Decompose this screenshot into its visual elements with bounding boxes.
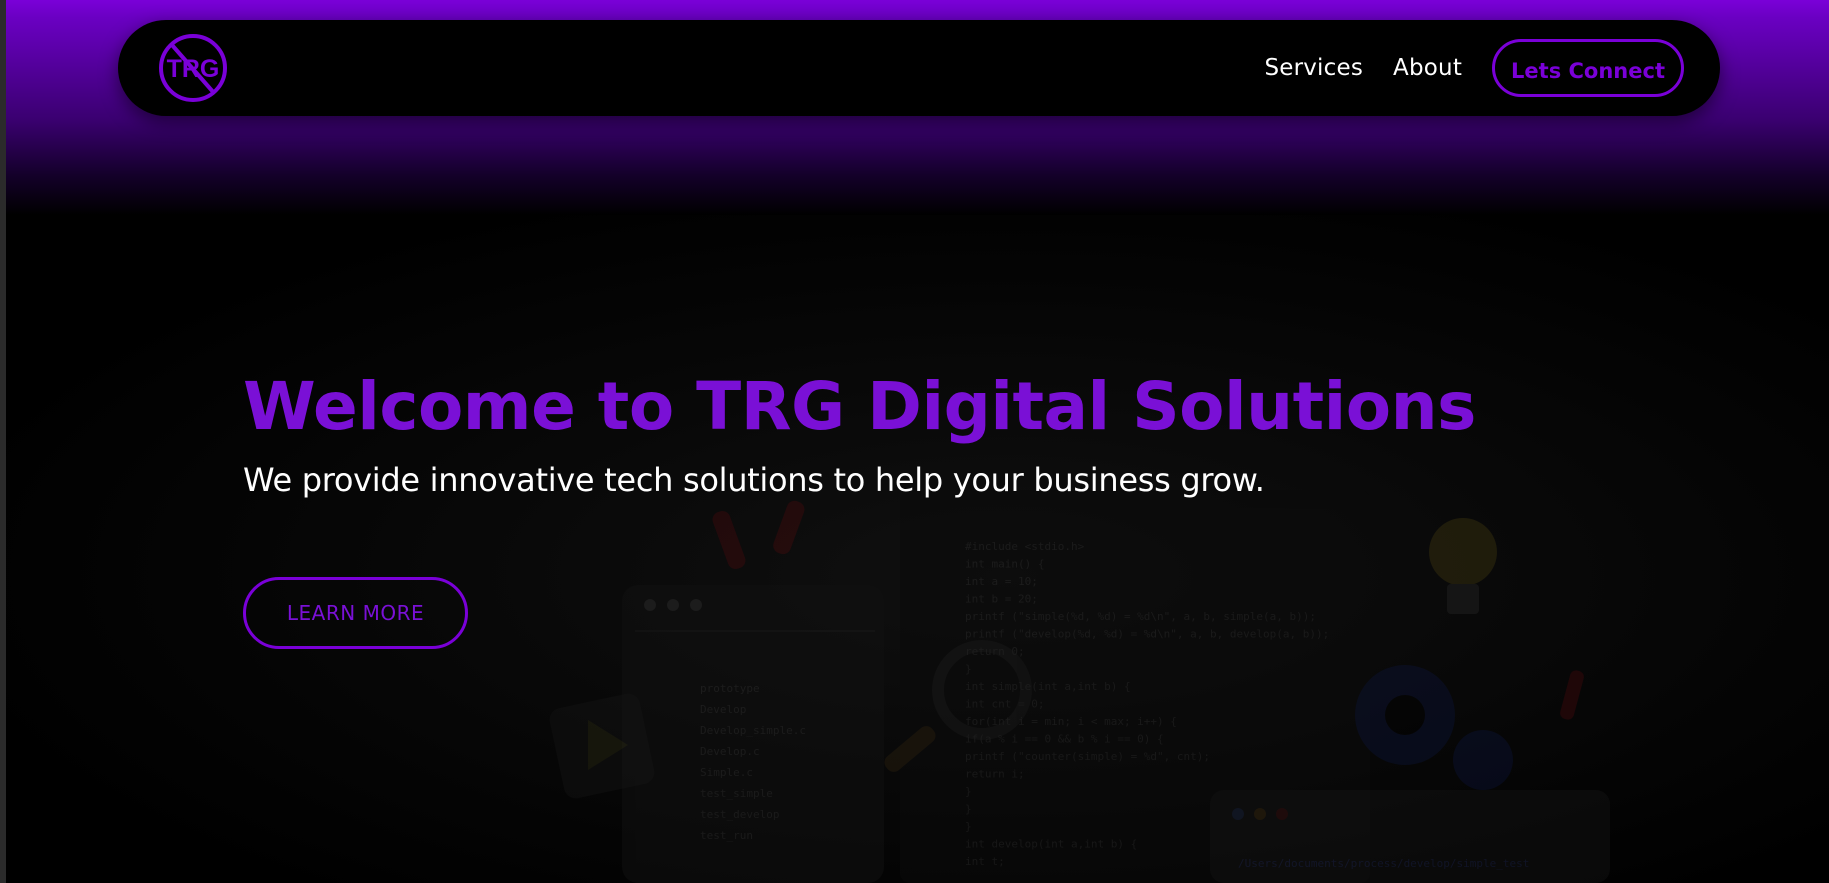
hero-title: Welcome to TRG Digital Solutions [243, 368, 1476, 445]
folder-tree-item: prototype [700, 682, 760, 695]
nav-about-link[interactable]: About [1393, 55, 1462, 81]
code-line: } [965, 663, 972, 676]
code-line: } [965, 820, 972, 833]
code-line: int simple(int a,int b) { [965, 680, 1131, 693]
nav-links: Services About Lets Connect [1264, 36, 1684, 100]
svg-text:TRG: TRG [167, 55, 220, 83]
window-edge [0, 0, 6, 883]
terminal-path-text: /Users/documents/process/develop/simple_… [1238, 857, 1529, 870]
code-line: } [965, 803, 972, 816]
folder-tree-item: Simple.c [700, 766, 753, 779]
code-line: int t; [965, 855, 1005, 868]
navbar: TRG Services About Lets Connect [118, 20, 1720, 116]
file-explorer-panel: prototype Develop Develop_simple.c Develop.… [622, 585, 884, 883]
folder-tree-item: Develop [700, 703, 746, 716]
code-line: return i; [965, 768, 1025, 781]
code-line: int cnt = 0; [965, 698, 1044, 711]
code-line: int develop(int a,int b) { [965, 838, 1137, 851]
hero-subtitle: We provide innovative tech solutions to … [243, 461, 1265, 499]
page: prototype Develop Develop_simple.c Develop.… [0, 0, 1829, 883]
learn-more-button[interactable]: LEARN MORE [243, 577, 468, 649]
nav-services-link[interactable]: Services [1264, 55, 1363, 81]
code-line: printf ("develop(%d, %d) = %d\n", a, b, … [965, 628, 1329, 641]
play-card-graphic [549, 693, 655, 799]
lets-connect-button[interactable]: Lets Connect [1492, 39, 1684, 97]
hero-illustration: prototype Develop Develop_simple.c Develop.… [0, 200, 1829, 883]
code-line: printf ("counter(simple) = %d", cnt); [965, 750, 1210, 763]
code-line: int main() { [965, 558, 1044, 571]
folder-tree-item: test_run [700, 829, 753, 842]
trg-logo-icon[interactable]: TRG [158, 33, 228, 103]
code-line: #include <stdio.h> [965, 540, 1085, 553]
code-line: } [965, 785, 972, 798]
folder-tree-item: test_simple [700, 787, 773, 800]
folder-tree-item: Develop_simple.c [700, 724, 806, 737]
code-line: int a = 10; [965, 575, 1038, 588]
hero-section: Welcome to TRG Digital Solutions We prov… [243, 365, 1476, 649]
folder-tree-item: test_develop [700, 808, 779, 821]
terminal-panel: /Users/documents/process/develop/simple_… [1210, 790, 1610, 883]
folder-tree-item: Develop.c [700, 745, 760, 758]
code-line: int b = 20; [965, 593, 1038, 606]
code-line: printf ("simple(%d, %d) = %d\n", a, b, s… [965, 610, 1316, 623]
